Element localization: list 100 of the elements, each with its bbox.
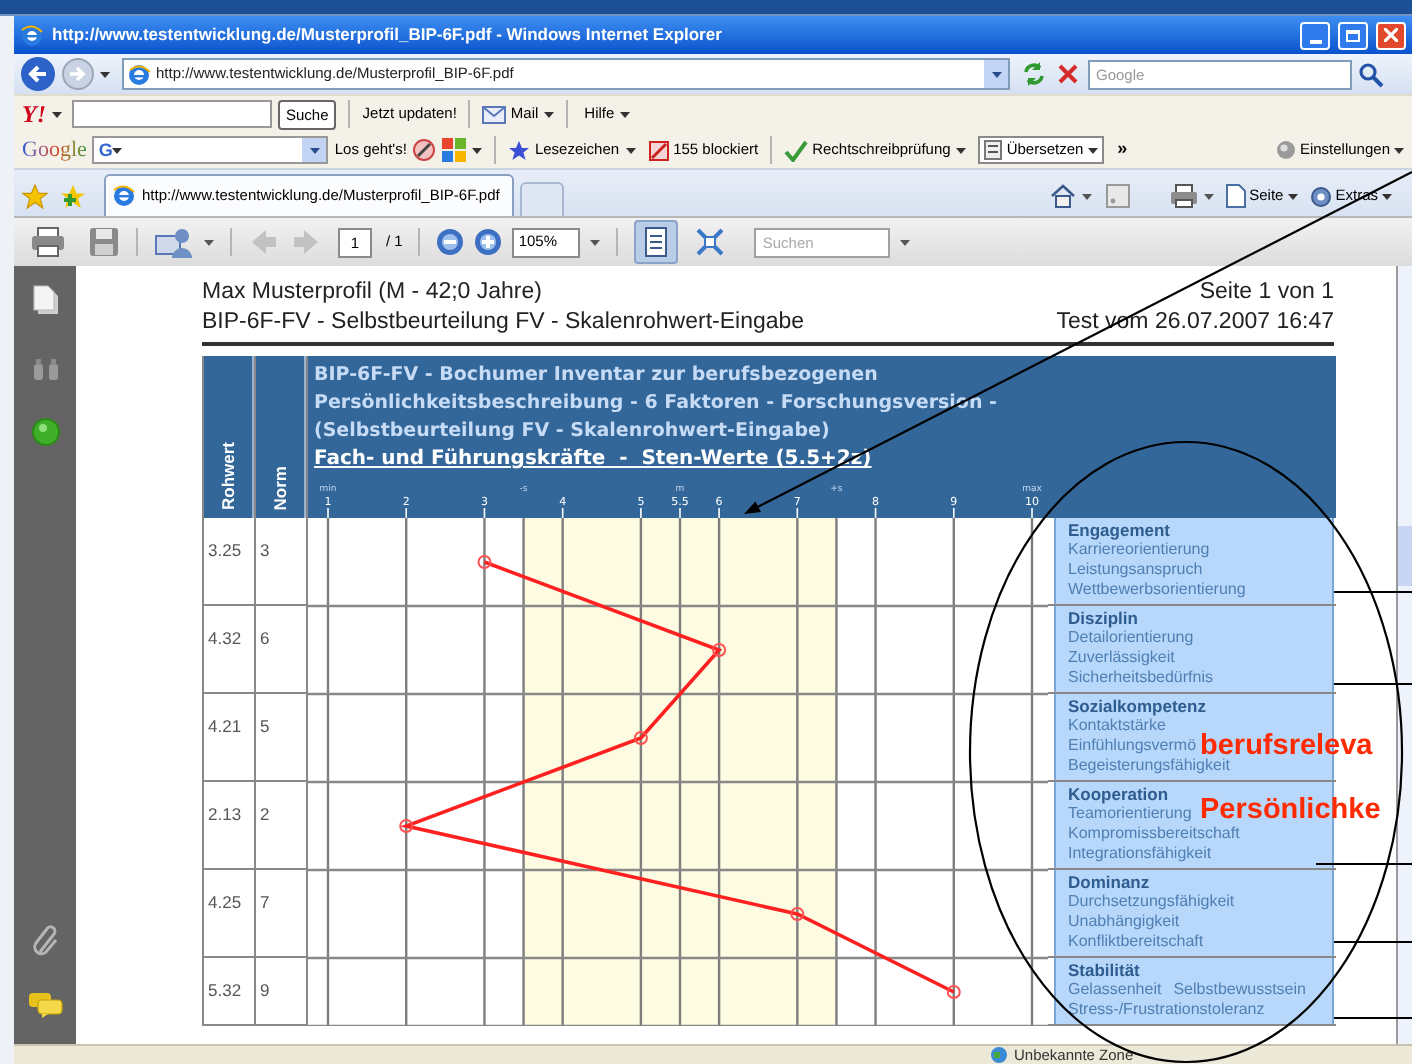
check-icon — [784, 139, 809, 161]
search-field[interactable]: G — [92, 136, 329, 164]
windows-icon[interactable] — [442, 138, 467, 162]
facet-name: Stress-/Frustrationstoleranz — [1068, 1000, 1265, 1020]
window-title: http://www.testentwicklung.de/Musterprofil_BIP-6F.pdf - Windows Internet Explorer — [52, 22, 722, 48]
leader-line — [1333, 591, 1412, 593]
caret-icon[interactable] — [52, 111, 62, 117]
minimize-button[interactable] — [1300, 21, 1330, 49]
table-cell: 9 — [260, 980, 270, 1000]
caret-icon[interactable] — [544, 111, 555, 117]
facet-name: Leistungsanspruch — [1068, 560, 1203, 580]
maximize-button[interactable] — [1338, 21, 1368, 49]
table-cell: 5.32 — [208, 980, 242, 1000]
facet-name: Unabhängigkeit — [1068, 912, 1180, 932]
table-cell: 2.13 — [208, 804, 242, 824]
facet-name: Kompromissbereitschaft — [1068, 824, 1240, 844]
caret-icon[interactable] — [590, 239, 601, 245]
help-icon[interactable] — [31, 418, 59, 446]
blocked-icon — [647, 139, 670, 161]
google-logo: Google — [22, 139, 87, 161]
share-icon[interactable] — [154, 226, 194, 258]
settings-icon — [1275, 140, 1296, 160]
facet-name: Selbstbewusstsein — [1173, 980, 1306, 1000]
add-favorite-icon[interactable] — [60, 183, 86, 209]
pages-icon[interactable] — [31, 284, 59, 316]
factor-name: Sozialkompetenz — [1068, 696, 1208, 716]
facet-name: Durchsetzungsfähigkeit — [1068, 892, 1235, 912]
stop-icon[interactable] — [1054, 60, 1082, 88]
caret-icon[interactable] — [1081, 193, 1092, 199]
facet-name: Kontaktstärke — [1068, 716, 1166, 736]
caret-icon[interactable] — [112, 147, 123, 153]
factor-name: Disziplin — [1068, 608, 1140, 628]
data-point — [712, 643, 727, 657]
close-button[interactable] — [1376, 21, 1406, 49]
data-point — [946, 985, 961, 999]
facet-name: Karriereorientierung — [1068, 540, 1210, 560]
caret-icon — [1287, 193, 1298, 199]
data-point — [399, 819, 414, 833]
yahoo-logo: Y! — [22, 102, 46, 126]
caret-icon[interactable] — [1203, 193, 1214, 199]
gear-icon — [1309, 185, 1332, 207]
header-text: Max Musterprofil (M - 42;0 Jahre) — [202, 278, 544, 308]
dropdown-button[interactable] — [984, 60, 1008, 88]
fit-page-button[interactable] — [634, 220, 679, 264]
caret-icon[interactable] — [620, 111, 631, 117]
table-cell: 4.21 — [208, 716, 242, 736]
facet-name: Integrationsfähigkeit — [1068, 844, 1212, 864]
facet-name: Detailorientierung — [1068, 628, 1194, 648]
browser-icon — [20, 23, 44, 47]
factor-name: Dominanz — [1068, 872, 1152, 892]
caret-icon — [309, 147, 320, 153]
caret-icon[interactable] — [956, 147, 967, 153]
data-point — [633, 731, 648, 745]
facet-name: Konfliktbereitschaft — [1068, 932, 1204, 952]
facet-name: Gelassenheit — [1068, 980, 1162, 1000]
zoom-out-button[interactable] — [436, 228, 465, 256]
caret-icon — [1394, 147, 1404, 153]
search-icon[interactable] — [1358, 61, 1384, 87]
refresh-icon[interactable] — [1020, 60, 1048, 88]
paperclip-icon[interactable] — [31, 924, 59, 956]
favorites-star-icon[interactable] — [22, 183, 48, 209]
table-cell: 7 — [260, 892, 270, 912]
factor-name: Stabilität — [1068, 960, 1142, 980]
star-icon — [508, 139, 531, 161]
globe-icon — [990, 1046, 1008, 1064]
pencil-icon[interactable] — [412, 138, 437, 162]
leader-line — [1333, 1017, 1412, 1019]
print-icon[interactable] — [1169, 184, 1198, 208]
data-point — [790, 907, 805, 921]
callout-label: Persönlichke — [1200, 792, 1381, 826]
facet-name: Wettbewerbsorientierung — [1068, 580, 1246, 600]
page-icon — [128, 63, 150, 85]
factor-name: Engagement — [1068, 520, 1173, 540]
save-icon[interactable] — [88, 226, 120, 258]
print-icon[interactable] — [30, 226, 66, 258]
translate-icon — [984, 140, 1003, 160]
caret-icon[interactable] — [204, 239, 214, 245]
table-cell: 5 — [260, 716, 270, 736]
facet-name: Zuverlässigkeit — [1068, 648, 1175, 668]
leader-line — [1333, 683, 1412, 685]
page-icon — [1225, 184, 1246, 208]
factor-name: Kooperation — [1068, 784, 1171, 804]
caret-icon — [991, 71, 1001, 77]
home-icon[interactable] — [1049, 184, 1076, 208]
caret-icon[interactable] — [625, 147, 636, 153]
search-field[interactable] — [72, 100, 272, 128]
column-header: Rohwert — [215, 442, 240, 510]
column-header: Norm — [267, 465, 292, 510]
facet-name: Einfühlungsvermö — [1068, 736, 1197, 756]
facet-name: Sicherheitsbedürfnis — [1068, 668, 1213, 688]
data-point — [477, 555, 492, 569]
caret-icon[interactable] — [900, 239, 911, 245]
caret-icon[interactable] — [100, 71, 110, 77]
back-button[interactable] — [20, 56, 56, 92]
zoom-in-button[interactable] — [474, 228, 503, 256]
caret-icon[interactable] — [472, 147, 483, 153]
comments-icon[interactable] — [27, 992, 63, 1018]
more-button[interactable]: » — [1117, 136, 1128, 164]
table-cell: 4.25 — [208, 892, 242, 912]
facet-name: Teamorientierung — [1068, 804, 1192, 824]
